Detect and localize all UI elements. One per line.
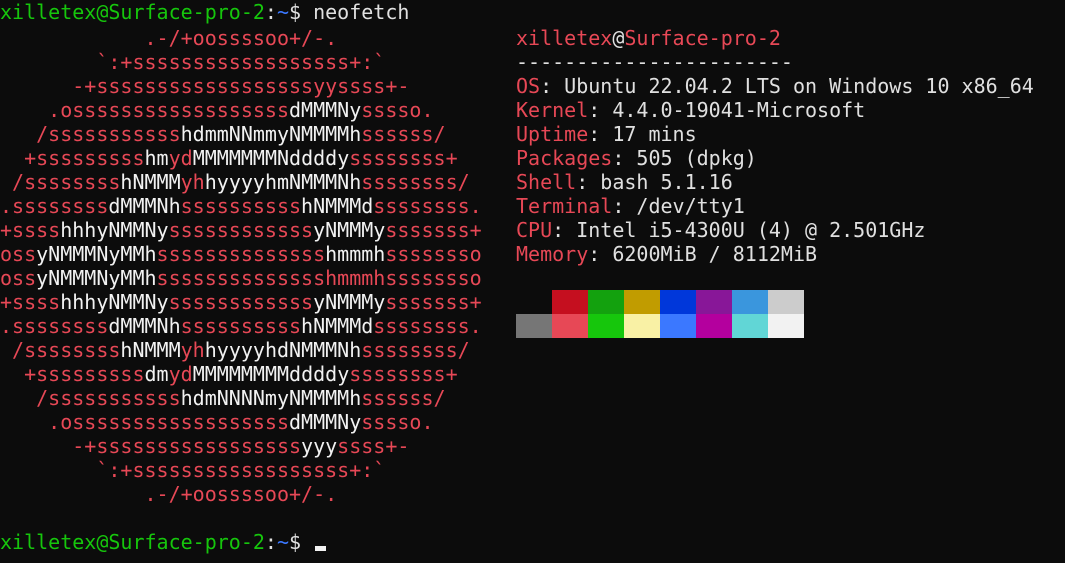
palette-row-bright [516, 314, 804, 338]
info-field-value: : 4.4.0-19041-Microsoft [588, 98, 866, 122]
info-field-value: : 17 mins [588, 122, 697, 146]
logo-row: /ssssssssssshdmmNNmmyNMMMMhssssss/ [36, 122, 446, 146]
info-field-value: : 6200MiB / 8112MiB [588, 242, 818, 266]
system-info-panel: xilletex@Surface-pro-2 -----------------… [516, 26, 1056, 266]
prompt-path: ~ [276, 530, 289, 554]
ubuntu-ascii-logo: .-/+oossssoo+/-. `:+ssssssssssssssssss+:… [0, 26, 500, 506]
command-text: neofetch [301, 0, 410, 24]
info-fields: OS: Ubuntu 22.04.2 LTS on Windows 10 x86… [516, 74, 1056, 266]
logo-row: -+sssssssssssssssssyyyssss+- [72, 434, 410, 458]
info-field-key: Memory [516, 242, 589, 266]
color-swatch [768, 290, 804, 314]
prompt-dollar: $ [289, 530, 302, 554]
text-cursor [315, 546, 327, 551]
info-field-value: : 505 (dpkg) [612, 146, 757, 170]
prompt-dollar: $ [289, 0, 302, 24]
color-swatch [660, 314, 696, 338]
logo-row: +sssssssssdmydMMMMMMMMddddyssssssss+ [24, 362, 458, 386]
info-field: Shell: bash 5.1.16 [516, 170, 1056, 194]
logo-row: .ssssssssdMMMNhsssssssssshNMMMdssssssss. [0, 194, 482, 218]
logo-row: .-/+oossssoo+/-. [144, 482, 338, 506]
color-swatch [516, 314, 552, 338]
logo-row: ossyNMMMNyMMhsssssssssssssshmmmhssssssso [0, 242, 482, 266]
color-palette [516, 290, 804, 338]
info-field-value: : Ubuntu 22.04.2 LTS on Windows 10 x86_6… [540, 74, 1034, 98]
info-field-key: OS [516, 74, 541, 98]
info-user: xilletex [516, 26, 613, 50]
prompt-colon: : [264, 0, 277, 24]
info-field: Terminal: /dev/tty1 [516, 194, 1056, 218]
logo-row: /sssssssshNMMMyhhyyyyhmNMMMNhssssssss/ [12, 170, 470, 194]
prompt-colon: : [264, 530, 277, 554]
color-swatch [516, 290, 552, 314]
info-field-key: Shell [516, 170, 577, 194]
logo-row: /ssssssssssshdmNNNNmyNMMMMhssssss/ [36, 386, 446, 410]
color-swatch [732, 314, 768, 338]
prompt-user-host: xilletex@Surface-pro-2 [0, 0, 265, 24]
info-field: CPU: Intel i5-4300U (4) @ 2.501GHz [516, 218, 1056, 242]
command-prompt-line: xilletex@Surface-pro-2:~$ neofetch [0, 0, 409, 24]
info-field: Kernel: 4.4.0-19041-Microsoft [516, 98, 1056, 122]
palette-row-normal [516, 290, 804, 314]
color-swatch [552, 290, 588, 314]
color-swatch [696, 290, 732, 314]
logo-row: .-/+oossssoo+/-. [144, 26, 338, 50]
info-field-key: CPU [516, 218, 553, 242]
info-field-key: Terminal [516, 194, 613, 218]
color-swatch [624, 314, 660, 338]
info-title: xilletex@Surface-pro-2 [516, 26, 1056, 50]
logo-row: ossyNMMMNyMMhsssssssssssssshmmmhssssssso [0, 266, 482, 290]
color-swatch [660, 290, 696, 314]
color-swatch [624, 290, 660, 314]
logo-row: +sssshhhyNMMNyssssssssssssyNMMMysssssss+ [0, 290, 482, 314]
prompt-path: ~ [276, 0, 289, 24]
info-field-value: : /dev/tty1 [612, 194, 745, 218]
info-field-value: : Intel i5-4300U (4) @ 2.501GHz [552, 218, 926, 242]
logo-row: `:+ssssssssssssssssss+:` [96, 458, 386, 482]
logo-row: /sssssssshNMMMyhhyyyyhdNMMMNhssssssss/ [12, 338, 470, 362]
color-swatch [588, 314, 624, 338]
info-field: Packages: 505 (dpkg) [516, 146, 1056, 170]
info-separator: ----------------------- [516, 50, 793, 74]
info-field-key: Uptime [516, 122, 589, 146]
info-at: @ [612, 26, 625, 50]
logo-row: -+ssssssssssssssssssyyssss+- [72, 74, 410, 98]
info-field: OS: Ubuntu 22.04.2 LTS on Windows 10 x86… [516, 74, 1056, 98]
prompt-user-host: xilletex@Surface-pro-2 [0, 530, 265, 554]
active-prompt-line[interactable]: xilletex@Surface-pro-2:~$ [0, 530, 327, 554]
logo-row: .ssssssssdMMMNhsssssssssshNMMMdssssssss. [0, 314, 482, 338]
color-swatch [696, 314, 732, 338]
logo-row: `:+ssssssssssssssssss+:` [96, 50, 386, 74]
color-swatch [732, 290, 768, 314]
logo-row: +ssssssssshmydMMMMMMMNddddyssssssss+ [24, 146, 458, 170]
logo-row: .ossssssssssssssssssdMMMNysssso. [48, 98, 434, 122]
logo-row: .ossssssssssssssssssdMMMNysssso. [48, 410, 434, 434]
info-host: Surface-pro-2 [624, 26, 781, 50]
color-swatch [552, 314, 588, 338]
logo-row: +sssshhhyNMMNyssssssssssssyNMMMysssssss+ [0, 218, 482, 242]
info-field-value: : bash 5.1.16 [576, 170, 733, 194]
color-swatch [768, 314, 804, 338]
color-swatch [588, 290, 624, 314]
info-field: Uptime: 17 mins [516, 122, 1056, 146]
info-field-key: Packages [516, 146, 613, 170]
info-field: Memory: 6200MiB / 8112MiB [516, 242, 1056, 266]
info-field-key: Kernel [516, 98, 589, 122]
